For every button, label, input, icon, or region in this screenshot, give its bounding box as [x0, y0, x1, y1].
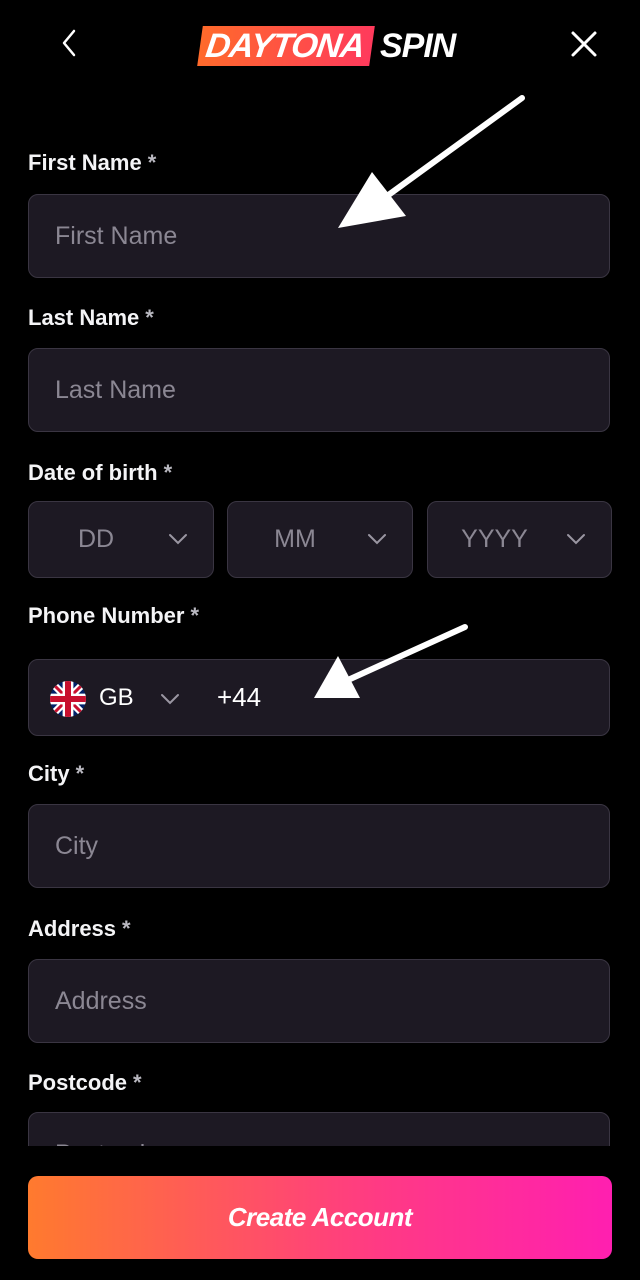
- required-mark: *: [145, 305, 154, 330]
- country-code[interactable]: GB: [99, 684, 134, 712]
- dob-label: Date of birth *: [28, 460, 173, 485]
- first-name-label: First Name *: [28, 150, 157, 175]
- city-input[interactable]: [29, 805, 609, 887]
- logo-spin: SPIN: [379, 27, 456, 65]
- close-icon: [571, 31, 597, 57]
- first-name-input[interactable]: [29, 195, 609, 277]
- dob-day-placeholder: DD: [77, 525, 115, 553]
- postcode-label: Postcode *: [28, 1070, 142, 1095]
- required-mark: *: [163, 460, 173, 485]
- last-name-label: Last Name *: [28, 305, 154, 330]
- chevron-down-icon: [368, 534, 386, 545]
- dob-year-select[interactable]: YYYY: [427, 501, 612, 578]
- uk-flag-icon[interactable]: [50, 681, 86, 717]
- dob-month-placeholder: MM: [274, 525, 316, 553]
- address-input[interactable]: [29, 960, 609, 1042]
- phone-field[interactable]: GB +44: [28, 659, 610, 736]
- back-button[interactable]: [52, 25, 86, 61]
- dob-year-placeholder: YYYY: [461, 525, 528, 553]
- chevron-left-icon: [62, 29, 76, 57]
- dial-code[interactable]: +44: [217, 682, 261, 713]
- required-mark: *: [190, 603, 200, 628]
- logo-daytona: DAYTONA: [197, 26, 375, 66]
- dob-day-select[interactable]: DD: [28, 501, 214, 578]
- city-field[interactable]: [28, 804, 610, 888]
- address-label: Address *: [28, 916, 131, 941]
- first-name-field[interactable]: [28, 194, 610, 278]
- chevron-down-icon: [567, 534, 585, 545]
- required-mark: *: [122, 916, 131, 941]
- header: DAYTONA SPIN: [0, 0, 640, 90]
- last-name-input[interactable]: [29, 349, 609, 431]
- address-field[interactable]: [28, 959, 610, 1043]
- required-mark: *: [147, 150, 157, 175]
- logo: DAYTONA SPIN: [197, 24, 456, 68]
- create-account-button[interactable]: Create Account: [28, 1176, 612, 1259]
- city-label: City *: [28, 761, 85, 786]
- close-button[interactable]: [564, 24, 604, 64]
- dob-month-select[interactable]: MM: [227, 501, 413, 578]
- required-mark: *: [133, 1070, 142, 1095]
- chevron-down-icon: [169, 534, 187, 545]
- last-name-field[interactable]: [28, 348, 610, 432]
- phone-label: Phone Number *: [28, 603, 200, 628]
- chevron-down-icon[interactable]: [159, 688, 181, 710]
- required-mark: *: [75, 761, 85, 786]
